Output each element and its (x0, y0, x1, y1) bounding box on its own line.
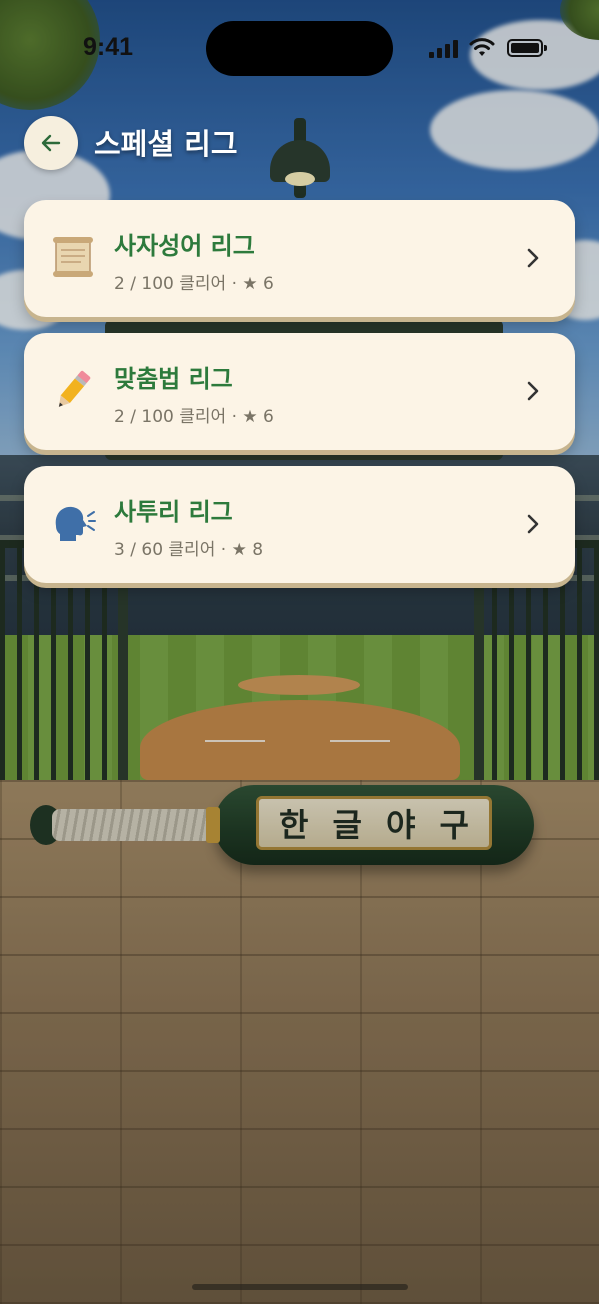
league-title: 맞춤법 리그 (114, 365, 233, 393)
scroll-icon (53, 237, 93, 277)
clear-label: 클리어 (168, 540, 216, 560)
total-count: 100 (141, 407, 174, 427)
pencil-icon (58, 370, 91, 407)
dynamic-island (206, 21, 393, 76)
speaking-head-icon (55, 506, 96, 541)
arrow-left-icon (41, 134, 61, 152)
back-button[interactable] (24, 116, 78, 170)
star-icon: ★ (242, 274, 258, 294)
cleared-count: 2 (114, 274, 125, 294)
cellular-signal-icon (429, 40, 459, 58)
star-count: 6 (263, 274, 274, 294)
meta-separator: · (231, 407, 237, 427)
status-bar: 9:41 (0, 0, 599, 96)
chevron-right-icon (527, 381, 539, 401)
chevron-right-icon (527, 248, 539, 268)
star-count: 8 (252, 540, 264, 560)
background-dim (0, 0, 599, 1304)
battery-icon (507, 39, 543, 57)
status-time: 9:41 (83, 33, 134, 61)
league-progress: 2 / 100 클리어 · ★ 6 (114, 274, 274, 294)
star-icon: ★ (231, 540, 247, 560)
meta-separator: · (220, 540, 227, 560)
league-card-dialect[interactable]: 사투리 리그 3 / 60 클리어 · ★ 8 (24, 466, 575, 583)
home-indicator[interactable] (192, 1284, 408, 1290)
star-icon: ★ (242, 407, 258, 427)
total-count: 60 (141, 540, 164, 560)
league-title: 사자성어 리그 (114, 232, 255, 260)
league-list: 사자성어 리그 2 / 100 클리어 · ★ 6 맞춤법 리그 2 / 100… (24, 200, 575, 599)
chevron-right-icon (527, 514, 539, 534)
cleared-count: 2 (114, 407, 125, 427)
cleared-count: 3 (114, 540, 125, 560)
clear-label: 클리어 (179, 274, 227, 294)
meta-separator: · (231, 274, 237, 294)
wifi-icon (469, 38, 495, 56)
total-count: 100 (141, 274, 174, 294)
league-card-idioms[interactable]: 사자성어 리그 2 / 100 클리어 · ★ 6 (24, 200, 575, 317)
battery-tip (544, 45, 547, 51)
star-count: 6 (263, 407, 274, 427)
page-title: 스페셜 리그 (94, 127, 238, 161)
league-progress: 2 / 100 클리어 · ★ 6 (114, 407, 274, 427)
league-progress: 3 / 60 클리어 · ★ 8 (114, 540, 264, 560)
clear-label: 클리어 (179, 407, 227, 427)
league-title: 사투리 리그 (114, 498, 233, 526)
stadium-background: 한 글 야 구 (0, 0, 599, 1304)
league-card-spelling[interactable]: 맞춤법 리그 2 / 100 클리어 · ★ 6 (24, 333, 575, 450)
